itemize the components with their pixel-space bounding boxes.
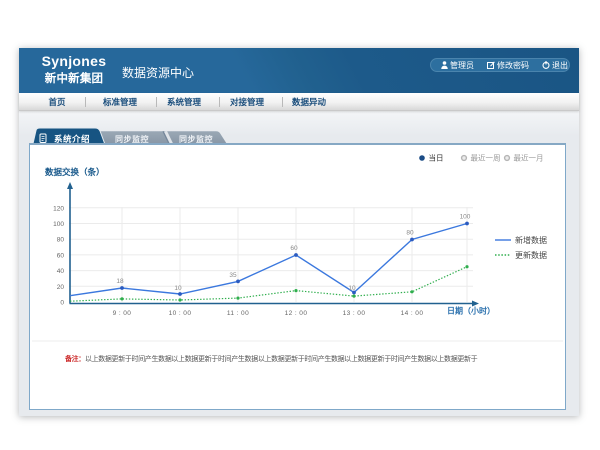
svg-text:最近一周: 最近一周 [471,153,501,163]
svg-text:10 : 00: 10 : 00 [169,310,192,317]
svg-text:日期（小时）: 日期（小时） [447,306,495,316]
svg-text:120: 120 [53,205,64,212]
svg-text:10: 10 [348,285,356,292]
svg-text:20: 20 [57,284,65,291]
svg-text:最近一月: 最近一月 [514,153,544,163]
svg-text:新增数据: 新增数据 [515,235,547,245]
svg-text:更新数据: 更新数据 [515,250,547,260]
svg-text:11 : 00: 11 : 00 [227,310,249,317]
svg-text:60: 60 [290,245,298,252]
svg-text:80: 80 [57,237,65,244]
svg-text:14 : 00: 14 : 00 [401,310,424,317]
svg-text:18: 18 [116,278,124,285]
svg-text:40: 40 [57,268,65,275]
svg-text:数据交换（条）: 数据交换（条） [45,167,105,177]
svg-text:35: 35 [229,272,237,279]
svg-text:100: 100 [460,214,471,221]
svg-text:当日: 当日 [429,153,444,163]
svg-text:100: 100 [53,221,64,228]
svg-text:9 : 00: 9 : 00 [113,310,132,317]
svg-text:13 : 00: 13 : 00 [343,310,366,317]
svg-text:10: 10 [174,285,182,292]
svg-text:12 : 00: 12 : 00 [285,310,308,317]
svg-text:80: 80 [406,230,414,237]
svg-text:0: 0 [60,300,64,307]
svg-text:60: 60 [57,252,65,259]
